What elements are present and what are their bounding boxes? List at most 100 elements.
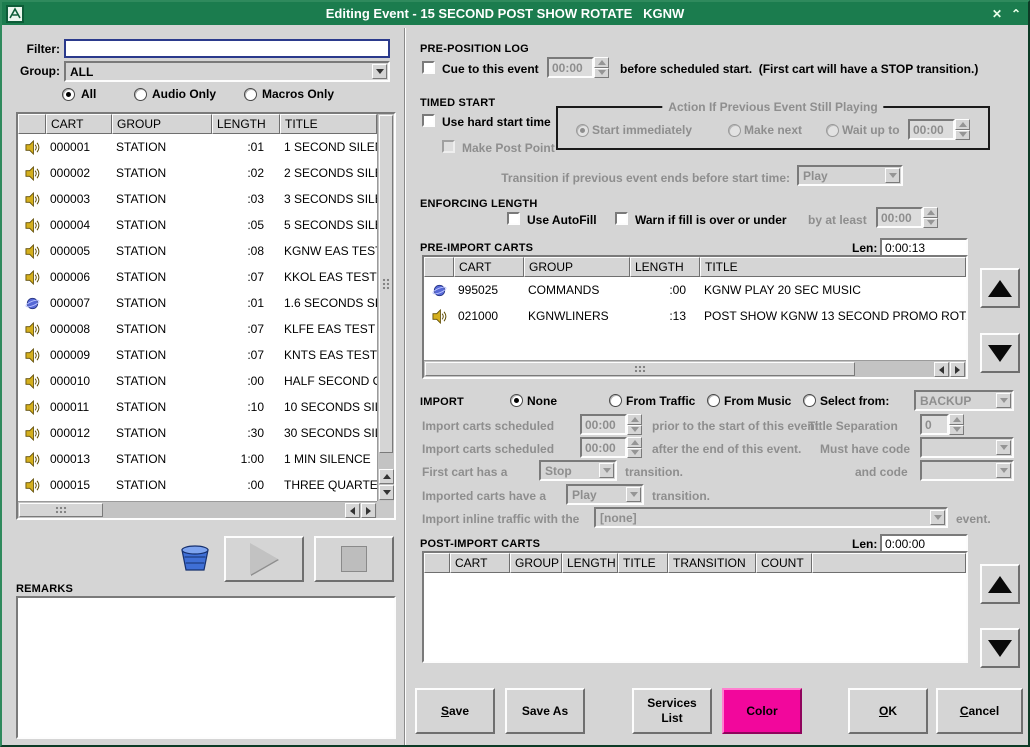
header-cart[interactable]: CART: [46, 114, 112, 134]
cancel-button[interactable]: Cancel: [936, 688, 1023, 734]
spin-up-button[interactable]: [949, 414, 964, 425]
spin-up-button[interactable]: [923, 207, 938, 218]
horizontal-scrollbar[interactable]: [18, 501, 377, 518]
cue-time-spinbox[interactable]: 00:00: [547, 57, 609, 78]
and-code-combo[interactable]: [920, 460, 1014, 481]
stop-button[interactable]: [314, 536, 394, 582]
scroll-up-button[interactable]: [379, 469, 394, 484]
header-title[interactable]: TITLE: [700, 257, 966, 277]
spin-down-button[interactable]: [949, 425, 964, 436]
scroll-right-button[interactable]: [361, 503, 376, 518]
cart-row[interactable]: 021000KGNWLINERS:13POST SHOW KGNW 13 SEC…: [424, 303, 966, 329]
radio-macros-only[interactable]: [244, 88, 257, 101]
spin-down-button[interactable]: [955, 130, 970, 141]
header-icon-col[interactable]: [424, 257, 454, 277]
pre-import-move-down-button[interactable]: [980, 333, 1020, 373]
spin-down-button[interactable]: [923, 218, 938, 229]
group-combo[interactable]: ALL: [64, 61, 390, 82]
post-import-move-up-button[interactable]: [980, 564, 1020, 604]
pre-import-move-up-button[interactable]: [980, 268, 1020, 308]
radio-select-from[interactable]: [803, 394, 816, 407]
cart-row[interactable]: 995025COMMANDS:00KGNW PLAY 20 SEC MUSIC: [424, 277, 966, 303]
spin-up-button[interactable]: [627, 437, 642, 448]
radio-start-immediately[interactable]: [576, 124, 589, 137]
header-count[interactable]: COUNT: [756, 553, 812, 573]
hard-start-checkbox[interactable]: [422, 114, 435, 127]
wait-time-spinbox[interactable]: 00:00: [908, 119, 970, 140]
cart-row[interactable]: 000003STATION:033 SECONDS SILEN: [18, 186, 377, 212]
header-group[interactable]: GROUP: [524, 257, 630, 277]
remarks-textarea[interactable]: [16, 596, 396, 739]
first-cart-transition-combo[interactable]: Stop: [539, 460, 617, 481]
use-autofill-checkbox[interactable]: [507, 212, 520, 225]
header-cart[interactable]: CART: [454, 257, 524, 277]
services-list-button[interactable]: Services List: [632, 688, 712, 734]
cart-row[interactable]: 000005STATION:08KGNW EAS TEST: [18, 238, 377, 264]
make-post-point-checkbox[interactable]: [442, 140, 455, 153]
radio-wait-up-to[interactable]: [826, 124, 839, 137]
radio-from-traffic[interactable]: [609, 394, 622, 407]
spin-down-button[interactable]: [627, 425, 642, 436]
header-group[interactable]: GROUP: [112, 114, 212, 134]
cart-row[interactable]: 000015STATION:00THREE QUARTER: [18, 472, 377, 498]
select-from-combo[interactable]: BACKUP: [914, 390, 1014, 411]
header-group[interactable]: GROUP: [510, 553, 562, 573]
cart-row[interactable]: 000001STATION:011 SECOND SILEN: [18, 134, 377, 160]
scroll-down-button[interactable]: [379, 485, 394, 500]
cue-to-event-checkbox[interactable]: [422, 61, 435, 74]
radio-make-next[interactable]: [728, 124, 741, 137]
play-button[interactable]: [224, 536, 304, 582]
cart-row[interactable]: 000008STATION:07KLFE EAS TEST IN: [18, 316, 377, 342]
warn-fill-checkbox[interactable]: [615, 212, 628, 225]
scroll-left-button[interactable]: [345, 503, 360, 518]
spin-up-button[interactable]: [627, 414, 642, 425]
filter-input[interactable]: [64, 39, 390, 58]
close-button[interactable]: ✕: [989, 6, 1005, 22]
cart-row[interactable]: 000004STATION:055 SECONDS SILEN: [18, 212, 377, 238]
transition-combo[interactable]: Play: [797, 165, 903, 186]
header-length[interactable]: LENGTH: [562, 553, 618, 573]
cart-row[interactable]: 000002STATION:022 SECONDS SILEN: [18, 160, 377, 186]
header-length[interactable]: LENGTH: [630, 257, 700, 277]
spin-up-button[interactable]: [955, 119, 970, 130]
header-icon-col[interactable]: [424, 553, 450, 573]
spin-down-button[interactable]: [594, 68, 609, 79]
must-have-code-combo[interactable]: [920, 437, 1014, 458]
header-title[interactable]: TITLE: [618, 553, 668, 573]
header-length[interactable]: LENGTH: [212, 114, 280, 134]
scroll-right-button[interactable]: [950, 362, 965, 377]
spin-up-button[interactable]: [594, 57, 609, 68]
radio-import-none[interactable]: [510, 394, 523, 407]
shade-button[interactable]: ⌃: [1008, 6, 1024, 22]
post-import-move-down-button[interactable]: [980, 628, 1020, 668]
save-button[interactable]: Save: [415, 688, 495, 734]
titlebar[interactable]: Editing Event - 15 SECOND POST SHOW ROTA…: [2, 2, 1028, 25]
cart-row[interactable]: 000009STATION:07KNTS EAS TEST I: [18, 342, 377, 368]
cart-row[interactable]: 000011STATION:1010 SECONDS SILE: [18, 394, 377, 420]
header-transition[interactable]: TRANSITION: [668, 553, 756, 573]
cart-row[interactable]: 000007STATION:011.6 SECONDS SIL: [18, 290, 377, 316]
cart-row[interactable]: 000006STATION:07KKOL EAS TEST IN: [18, 264, 377, 290]
save-as-button[interactable]: Save As: [505, 688, 585, 734]
scrollbar-thumb[interactable]: [425, 362, 855, 376]
header-title[interactable]: TITLE: [280, 114, 377, 134]
warn-time-spinbox[interactable]: 00:00: [876, 207, 938, 228]
scrollbar-thumb[interactable]: [19, 503, 103, 517]
header-cart[interactable]: CART: [450, 553, 510, 573]
radio-from-music[interactable]: [707, 394, 720, 407]
imported-transition-combo[interactable]: Play: [566, 484, 644, 505]
scroll-left-button[interactable]: [934, 362, 949, 377]
sched-after-spinbox[interactable]: 00:00: [580, 437, 642, 458]
ok-button[interactable]: OK: [848, 688, 928, 734]
vertical-scrollbar[interactable]: [377, 114, 394, 501]
radio-audio-only[interactable]: [134, 88, 147, 101]
scrollbar-thumb[interactable]: [379, 115, 393, 453]
title-separation-spinbox[interactable]: 0: [920, 414, 964, 435]
spin-down-button[interactable]: [627, 448, 642, 459]
inline-traffic-combo[interactable]: [none]: [594, 507, 948, 528]
cart-row[interactable]: 000010STATION:00HALF SECOND OF: [18, 368, 377, 394]
cart-row[interactable]: 000012STATION:3030 SECONDS SILE: [18, 420, 377, 446]
color-button[interactable]: Color: [722, 688, 802, 734]
cart-row[interactable]: 000013STATION1:001 MIN SILENCE: [18, 446, 377, 472]
header-icon-col[interactable]: [18, 114, 46, 134]
